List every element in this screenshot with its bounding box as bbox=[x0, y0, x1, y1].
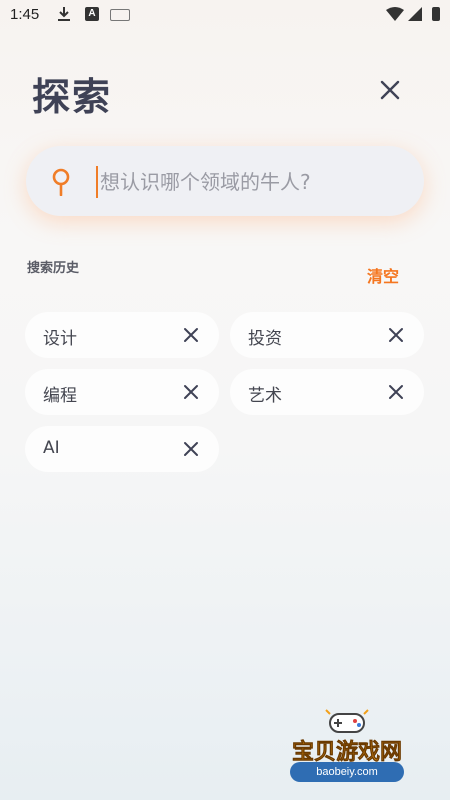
app-badge-letter: A bbox=[88, 8, 96, 19]
download-icon bbox=[58, 7, 70, 21]
history-chip[interactable]: AI bbox=[25, 426, 219, 472]
clear-history-button[interactable]: 清空 bbox=[367, 263, 399, 287]
page-title: 探索 bbox=[32, 75, 113, 119]
remove-icon[interactable] bbox=[388, 384, 404, 400]
history-chip-label: 投资 bbox=[248, 329, 282, 349]
history-chip[interactable]: 编程 bbox=[25, 369, 219, 415]
remove-icon[interactable] bbox=[183, 384, 199, 400]
history-chip[interactable]: 设计 bbox=[25, 312, 219, 358]
history-chip[interactable]: 投资 bbox=[230, 312, 424, 358]
watermark-url: baobeiy.com bbox=[290, 762, 404, 782]
search-input[interactable] bbox=[98, 164, 402, 200]
history-chip[interactable]: 艺术 bbox=[230, 369, 424, 415]
history-chip-label: 设计 bbox=[43, 329, 77, 349]
search-bar[interactable] bbox=[26, 146, 424, 216]
app-notification-icon: A bbox=[85, 7, 99, 21]
wifi-icon bbox=[386, 7, 404, 21]
watermark: 宝贝游戏网 baobeiy.com bbox=[272, 708, 422, 788]
remove-icon[interactable] bbox=[388, 327, 404, 343]
location-pin-icon bbox=[52, 168, 70, 196]
history-label: 搜索历史 bbox=[27, 261, 80, 276]
remove-icon[interactable] bbox=[183, 327, 199, 343]
history-chip-label: 编程 bbox=[43, 386, 77, 406]
history-chip-label: 艺术 bbox=[248, 386, 282, 406]
status-time: 1:45 bbox=[10, 6, 40, 23]
battery-icon bbox=[432, 7, 440, 21]
signal-icon bbox=[408, 7, 422, 21]
remove-icon[interactable] bbox=[183, 441, 199, 457]
status-bar: 1:45 A bbox=[0, 0, 450, 30]
close-icon[interactable] bbox=[376, 76, 404, 104]
keyboard-icon bbox=[110, 9, 130, 21]
history-chip-label: AI bbox=[43, 438, 60, 458]
